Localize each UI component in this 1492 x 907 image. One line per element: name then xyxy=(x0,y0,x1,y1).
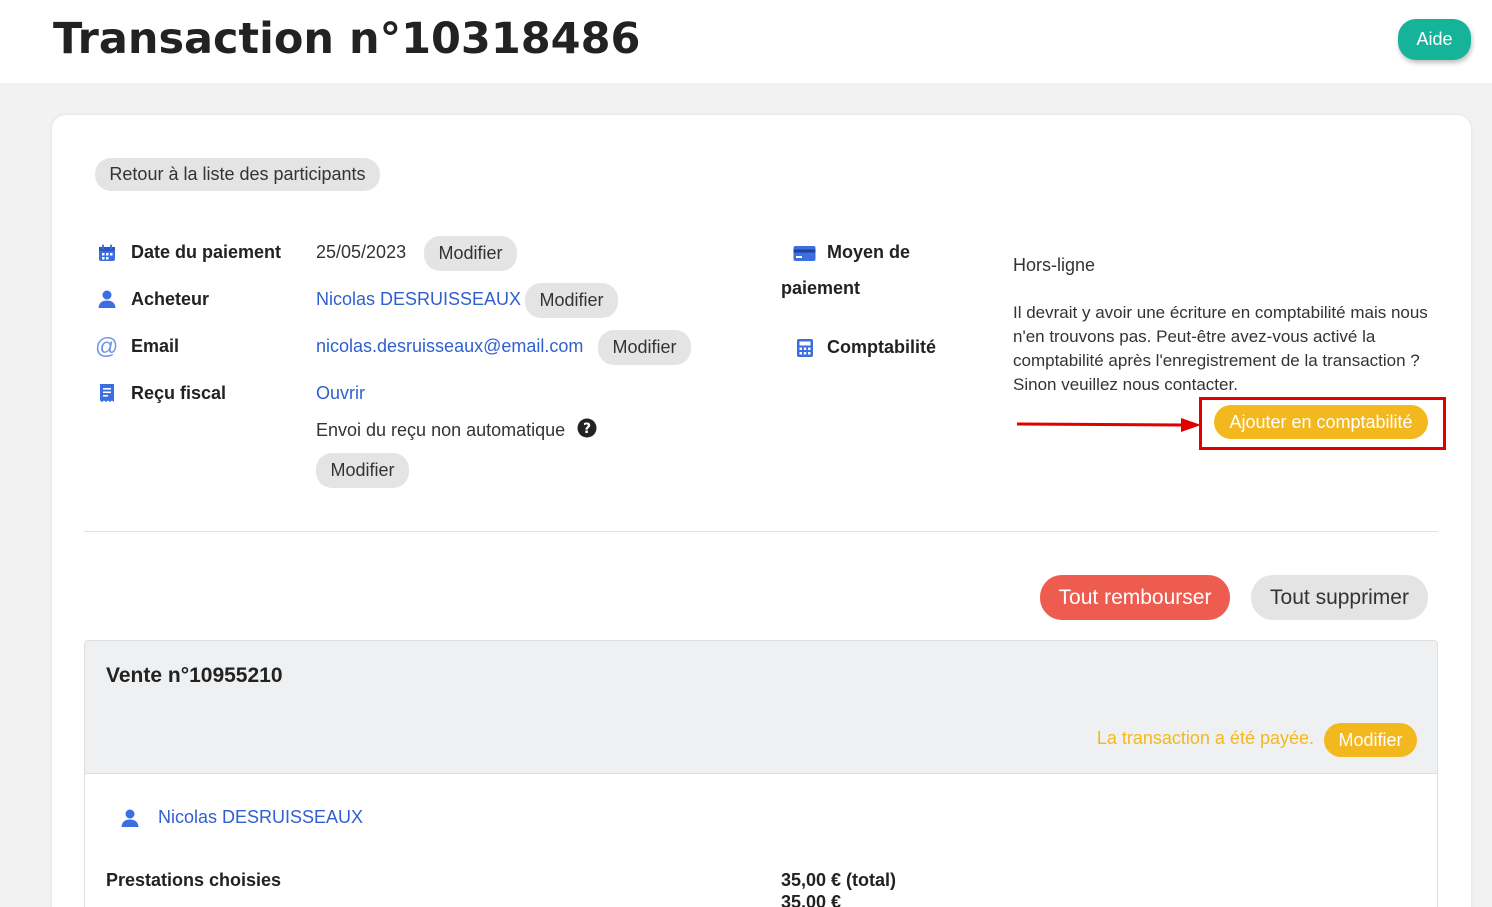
open-receipt-link[interactable]: Ouvrir xyxy=(316,383,365,404)
question-circle-icon[interactable]: ? xyxy=(577,418,597,438)
page-title: Transaction n°10318486 xyxy=(53,14,641,64)
top-bar: Transaction n°10318486 Aide xyxy=(0,0,1492,83)
services-label: Prestations choisies xyxy=(106,870,282,890)
back-to-participants-button[interactable]: Retour à la liste des participants xyxy=(95,158,380,191)
payment-date-value: 25/05/2023 xyxy=(316,242,407,262)
calculator-icon xyxy=(797,339,813,357)
modify-date-button[interactable]: Modifier xyxy=(424,236,517,271)
payment-method-value: Hors-ligne xyxy=(1013,255,1096,275)
tax-receipt-label: Reçu fiscal xyxy=(131,383,227,403)
receipt-icon xyxy=(100,384,114,402)
help-button[interactable]: Aide xyxy=(1398,19,1471,60)
sale-title: Vente n°10955210 xyxy=(106,664,283,687)
accounting-hint: Il devrait y avoir une écriture en compt… xyxy=(1013,303,1428,394)
modify-email-button[interactable]: Modifier xyxy=(598,330,691,365)
payment-method-label-line2: paiement xyxy=(781,278,861,298)
buyer-label: Acheteur xyxy=(131,289,210,309)
annotation-arrow xyxy=(1017,418,1201,432)
email-link[interactable]: nicolas.desruisseaux@email.com xyxy=(316,336,583,357)
delete-all-button[interactable]: Tout supprimer xyxy=(1251,575,1428,620)
buyer-link[interactable]: Nicolas DESRUISSEAUX xyxy=(316,289,521,310)
modify-receipt-button[interactable]: Modifier xyxy=(316,453,409,488)
at-sign-icon: @ xyxy=(95,333,119,359)
email-label: Email xyxy=(131,336,180,356)
credit-card-icon xyxy=(793,246,816,261)
divider xyxy=(84,531,1438,532)
sale-panel: Vente n°10955210 La transaction a été pa… xyxy=(84,640,1438,907)
add-to-accounting-button[interactable]: Ajouter en comptabilité xyxy=(1214,405,1428,439)
payment-date-label: Date du paiement xyxy=(131,242,282,262)
modify-buyer-button[interactable]: Modifier xyxy=(525,283,618,318)
user-icon xyxy=(121,809,139,827)
svg-text:?: ? xyxy=(583,421,591,437)
sale-header: Vente n°10955210 La transaction a été pa… xyxy=(85,641,1437,774)
calendar-icon xyxy=(99,244,115,261)
sale-total: 35,00 € (total) xyxy=(781,870,897,890)
refund-all-button[interactable]: Tout rembourser xyxy=(1040,575,1230,620)
sale-amount: 35,00 € xyxy=(781,892,842,907)
user-icon xyxy=(98,290,116,308)
payment-method-label-line1: Moyen de xyxy=(827,242,911,262)
receipt-note: Envoi du reçu non automatique xyxy=(316,420,566,440)
modify-sale-button[interactable]: Modifier xyxy=(1324,723,1417,757)
accounting-label: Comptabilité xyxy=(827,337,937,357)
sale-participant-link[interactable]: Nicolas DESRUISSEAUX xyxy=(158,807,363,828)
sale-status-text: La transaction a été payée. xyxy=(1096,728,1314,748)
